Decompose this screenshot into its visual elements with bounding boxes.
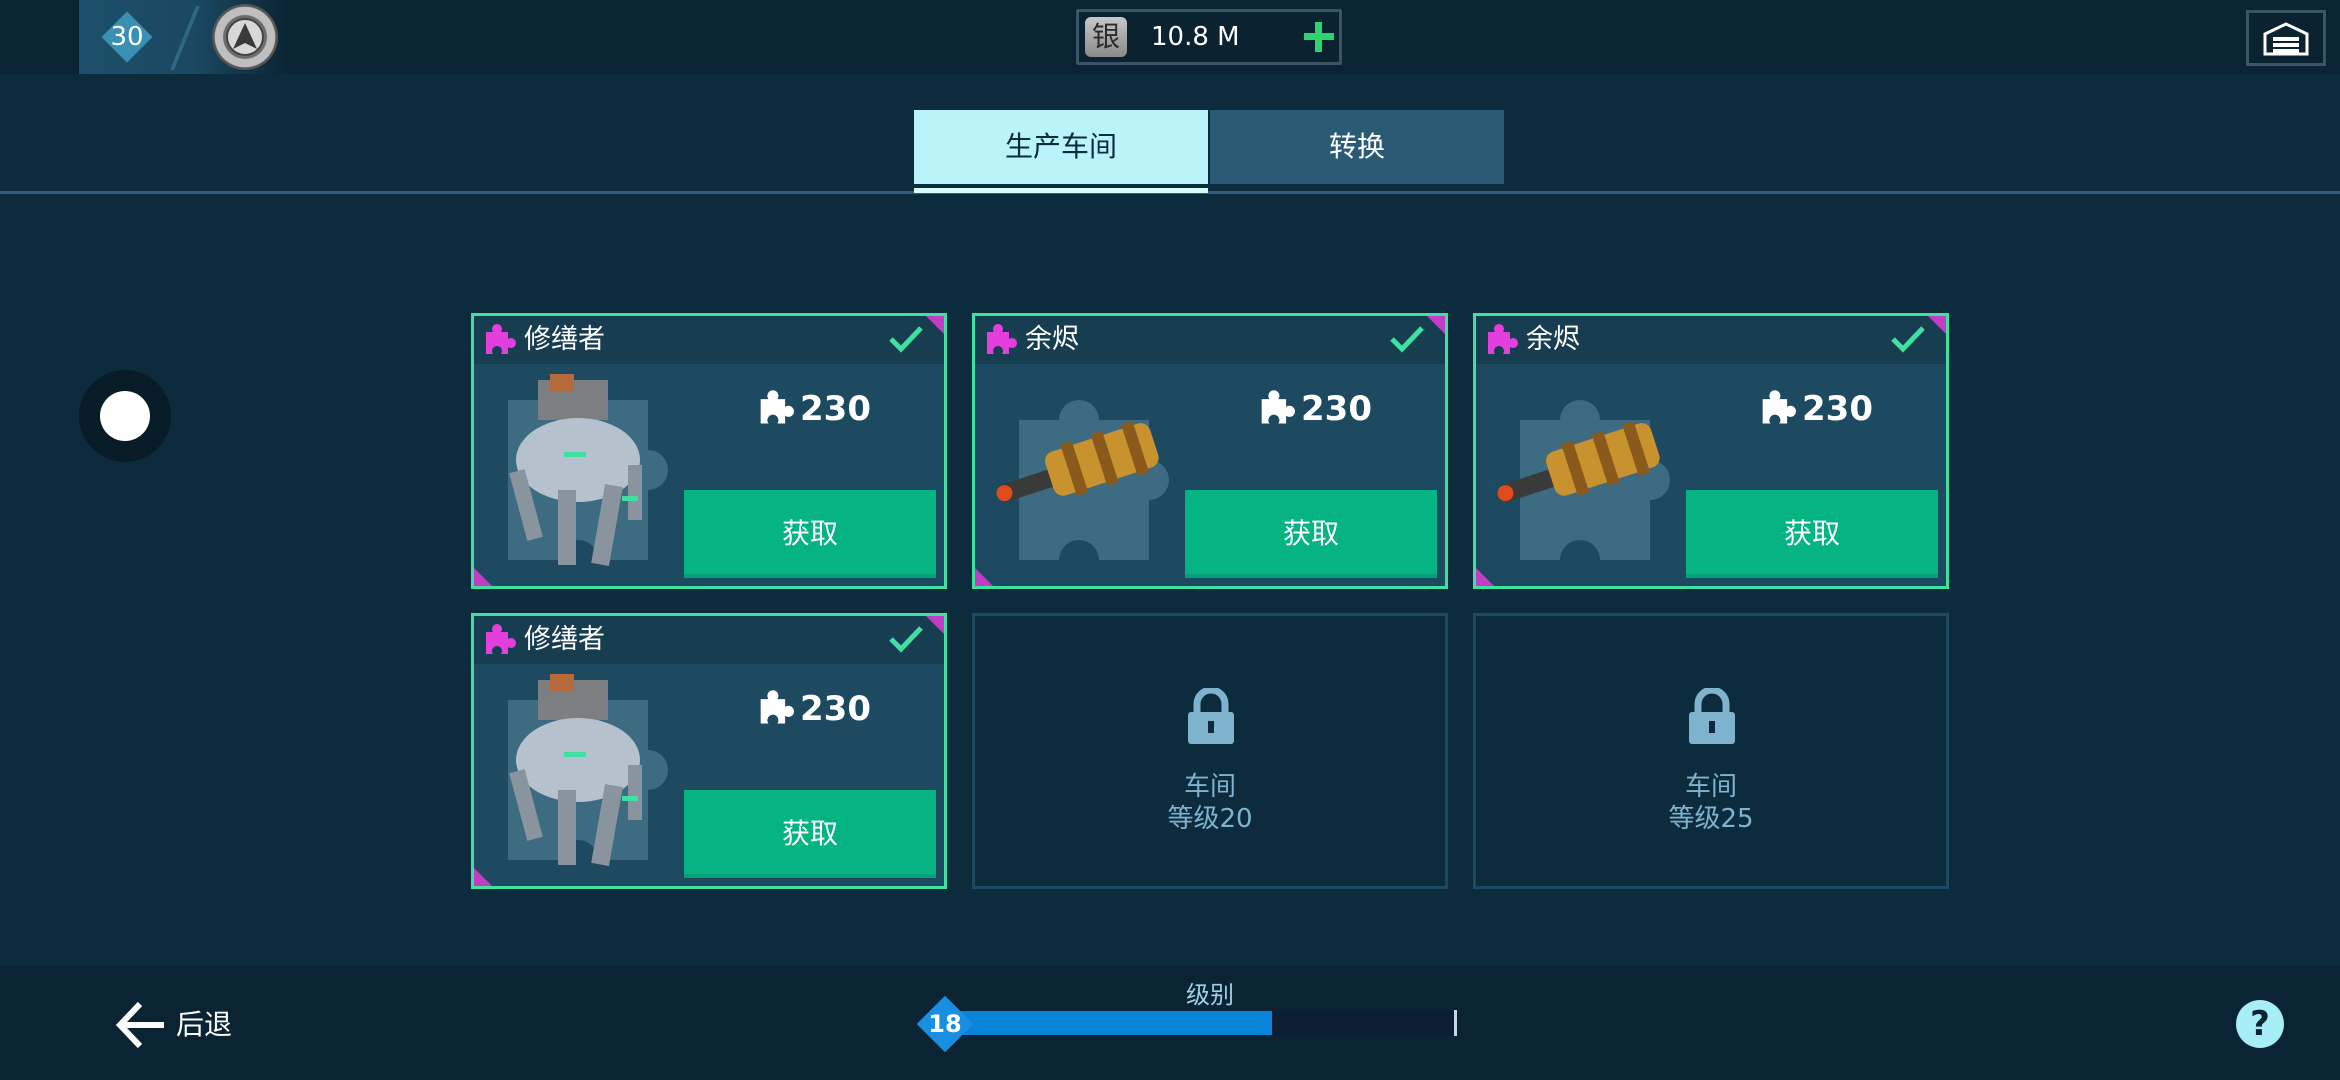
- rarity-corner: [926, 616, 944, 634]
- locked-slot: 车间 等级20: [972, 613, 1448, 889]
- blueprint-puzzle-icon: [486, 324, 516, 354]
- silver-amount: 10.8 M: [1151, 22, 1240, 52]
- lock-icon: [1689, 688, 1735, 744]
- progress-end-tick: [1454, 1010, 1457, 1036]
- claim-button[interactable]: 获取: [684, 790, 936, 878]
- puzzle-icon: [1261, 390, 1295, 424]
- silver-icon: 银: [1085, 17, 1127, 57]
- clan-emblem-icon[interactable]: [212, 4, 278, 70]
- blueprint-puzzle-icon: [1488, 324, 1518, 354]
- back-label: 后退: [176, 1008, 233, 1041]
- required-level: 等级25: [1668, 804, 1754, 834]
- rarity-corner: [926, 316, 944, 334]
- puzzle-icon: [760, 690, 794, 724]
- hangar-icon: [2263, 22, 2309, 56]
- claim-button[interactable]: 获取: [684, 490, 936, 578]
- slot-title: 修缮者: [524, 324, 605, 355]
- slot-header: 余烬: [1476, 316, 1946, 364]
- level-caption: 级别: [1186, 981, 1234, 1009]
- tab-conversion[interactable]: 转换: [1210, 110, 1504, 184]
- check-icon: [889, 326, 923, 353]
- production-slot[interactable]: 余烬 230 获取: [1473, 313, 1949, 589]
- add-currency-icon[interactable]: [1301, 19, 1337, 55]
- cost-value: 230: [800, 689, 871, 729]
- slot-title: 余烬: [1025, 324, 1079, 355]
- claim-button[interactable]: 获取: [1686, 490, 1938, 578]
- workshop-level-badge: 18: [916, 995, 974, 1053]
- side-toggle-button[interactable]: [79, 370, 171, 462]
- puzzle-icon: [1762, 390, 1796, 424]
- production-slot[interactable]: 余烬 230 获取: [972, 313, 1448, 589]
- locked-slot: 车间 等级25: [1473, 613, 1949, 889]
- blueprint-puzzle-icon: [987, 324, 1017, 354]
- production-slot[interactable]: 修缮者 230 获取: [471, 613, 947, 889]
- garage-button[interactable]: [2246, 10, 2326, 66]
- arrow-left-icon: [115, 1001, 164, 1049]
- weapon-image: [996, 400, 1169, 560]
- rarity-corner: [1427, 316, 1445, 334]
- toggle-dot: [100, 391, 150, 441]
- production-slot[interactable]: 修缮者 230 获取: [471, 313, 947, 589]
- weapon-image: [1497, 400, 1670, 560]
- cost-value: 230: [1301, 389, 1372, 429]
- player-profile[interactable]: 30: [79, 0, 289, 74]
- robot-image: [508, 374, 668, 566]
- lock-icon: [1188, 688, 1234, 744]
- puzzle-icon: [760, 390, 794, 424]
- active-tab-indicator: [914, 188, 1208, 193]
- slot-title: 修缮者: [524, 624, 605, 655]
- cost-value: 230: [800, 389, 871, 429]
- check-icon: [889, 626, 923, 653]
- slot-header: 余烬: [975, 316, 1445, 364]
- slot-header: 修缮者: [474, 616, 944, 664]
- workshop-level-progress: [946, 1011, 1456, 1035]
- claim-button[interactable]: 获取: [1185, 490, 1437, 578]
- progress-fill: [946, 1011, 1273, 1035]
- tab-production-workshop[interactable]: 生产车间: [914, 110, 1208, 184]
- workshop-level: 18: [928, 1010, 962, 1038]
- cost-value: 230: [1802, 389, 1873, 429]
- player-level: 30: [110, 22, 144, 52]
- check-icon: [1390, 326, 1424, 353]
- required-level: 等级20: [1167, 804, 1253, 834]
- divider: [170, 6, 200, 70]
- back-button[interactable]: 后退: [114, 1000, 254, 1050]
- rarity-corner: [1928, 316, 1946, 334]
- check-icon: [1891, 326, 1925, 353]
- blueprint-puzzle-icon: [486, 624, 516, 654]
- robot-image: [508, 674, 668, 866]
- help-button[interactable]: ?: [2236, 1000, 2284, 1048]
- slot-header: 修缮者: [474, 316, 944, 364]
- slot-title: 余烬: [1526, 324, 1580, 355]
- silver-currency: 银 10.8 M: [1076, 9, 1342, 65]
- player-level-badge: 30: [101, 11, 153, 63]
